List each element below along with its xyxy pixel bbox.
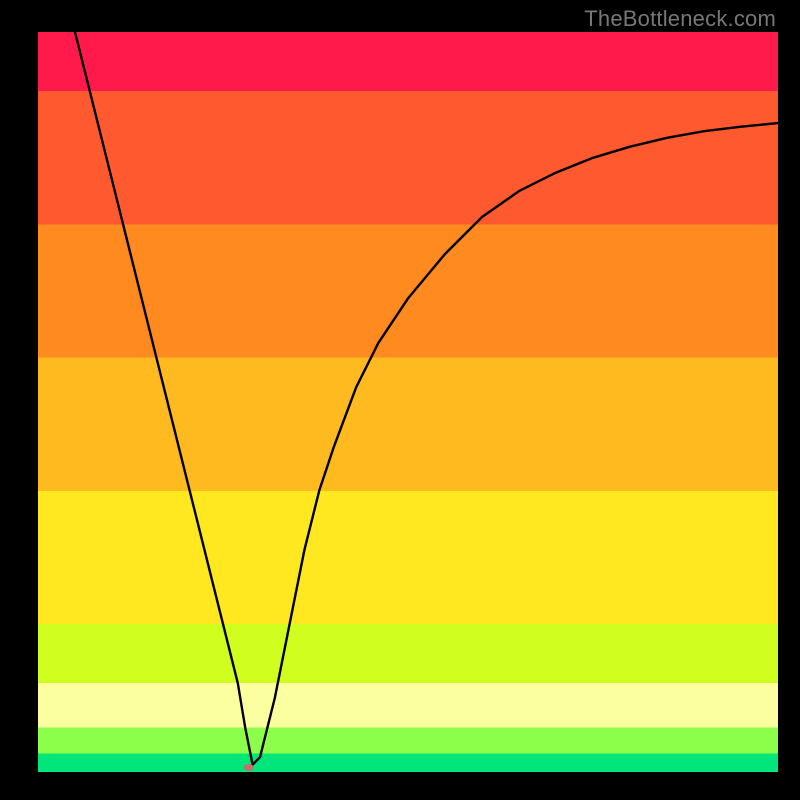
brand-watermark: TheBottleneck.com: [584, 6, 776, 32]
chart-plot: [38, 32, 778, 772]
trough-marker: [244, 764, 254, 771]
gradient-background: [38, 32, 778, 772]
chart-frame: TheBottleneck.com: [0, 0, 800, 800]
